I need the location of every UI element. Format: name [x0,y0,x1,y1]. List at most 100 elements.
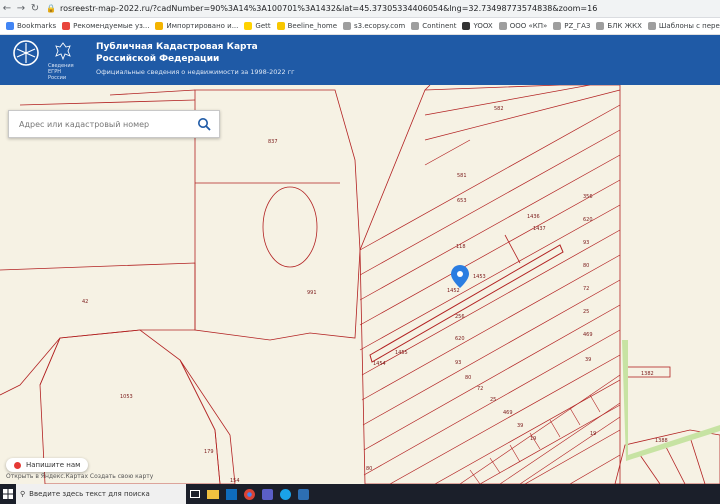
location-pin-icon[interactable] [451,265,469,288]
parcel-label: 19 [590,431,596,437]
parcel-label: 93 [455,360,461,366]
site-subtitle: Официальные сведения о недвижимости за 1… [96,68,295,76]
edge-icon[interactable] [276,484,294,504]
bookmark-item[interactable]: Continent [411,22,456,30]
bookmark-label: Bookmarks [17,22,57,30]
parcel-label: 19 [530,436,536,442]
bookmark-label: s3.ecopsy.com [354,22,406,30]
parcel-label: 620 [455,336,465,342]
bookmark-label: ООО «КП» [509,22,548,30]
windows-start-icon[interactable] [0,484,16,504]
bookmark-icon [498,22,507,30]
bookmark-item[interactable]: PZ_ГАЗ [553,22,590,30]
parcel-label: 179 [204,449,214,455]
search-icon[interactable] [197,117,211,131]
parcel-label: 93 [583,240,589,246]
back-icon[interactable]: ← [0,0,14,17]
bookmark-label: Импортировано и... [166,22,239,30]
bookmarks-bar: Bookmarks Рекомендуемые уз... Импортирован… [0,18,720,35]
outlook-icon[interactable] [222,484,240,504]
search-input[interactable] [17,118,191,130]
site-title-line2: Российской Федерации [96,54,220,64]
bookmark-icon [647,22,656,30]
bookmark-icon [343,22,352,30]
parcel-label: 620 [583,217,593,223]
parcel-label: 582 [494,106,504,112]
site-title: Публичная Кадастровая Карта [96,42,258,52]
bookmark-label: Continent [422,22,457,30]
site-logo-icon[interactable] [12,39,40,67]
chat-icon [14,461,21,469]
bookmark-label: Beeline_home [287,22,338,30]
bookmark-icon [155,22,164,30]
taskbar-search-placeholder: Введите здесь текст для поиска [29,490,150,498]
parcel-label: 1388 [655,438,668,444]
bookmark-label: Gett [255,22,271,30]
parcel-label: 991 [307,290,317,296]
parcel-label: 39 [517,423,523,429]
forward-icon[interactable]: → [14,0,28,17]
parcel-label: 1453 [473,274,486,280]
parcel-label: 256 [455,314,465,320]
parcel-label: 25 [490,397,496,403]
bookmark-item[interactable]: Gett [244,22,271,30]
bookmark-label: YOOX [473,22,493,30]
parcel-label: 1455 [395,350,408,356]
task-view-icon[interactable] [186,484,204,504]
parcel-label: 469 [503,410,513,416]
os-taskbar: ⚲ Введите здесь текст для поиска [0,484,720,504]
parcel-label: 1437 [533,226,546,232]
chat-button[interactable]: Напишите нам [6,458,89,472]
parcel-label: 42 [82,299,88,305]
chat-label: Напишите нам [26,461,81,469]
app-icon[interactable] [294,484,312,504]
bookmark-item[interactable]: Рекомендуемые уз... [62,22,149,30]
bookmark-item[interactable]: Beeline_home [276,22,338,30]
bookmark-icon [553,22,562,30]
site-header: Сведения ЕГРН России Публичная Кадастров… [0,35,720,85]
bookmark-icon [596,22,605,30]
bookmark-label: Шаблоны с перев... [658,22,720,30]
bookmark-icon [462,22,471,30]
bookmark-icon [6,22,14,30]
bookmark-icon [411,22,420,30]
parcel-label: 39 [585,357,591,363]
parcel-label: 80 [366,466,372,472]
bookmark-item[interactable]: Шаблоны с перев... [647,22,720,30]
bookmark-label: БЛК ЖКХ [607,22,642,30]
chrome-icon[interactable] [240,484,258,504]
parcel-label: 1382 [641,371,654,377]
bookmark-icon [244,22,253,30]
bookmark-item[interactable]: Bookmarks [6,22,56,30]
parcel-label: 653 [457,198,467,204]
parcel-label: 80 [465,375,471,381]
bookmark-label: PZ_ГАЗ [564,22,591,30]
bookmark-label: Рекомендуемые уз... [73,22,150,30]
bookmark-item[interactable]: Импортировано и... [155,22,238,30]
emblem-icon [55,42,71,61]
address-bar[interactable]: rosreestr-map-2022.ru/?cadNumber=90%3A14… [60,4,597,13]
bookmark-item[interactable]: YOOX [462,22,493,30]
parcel-label: 356 [583,194,593,200]
search-icon: ⚲ [20,490,26,498]
map-footer-links[interactable]: Открыть в Яндекс.Картах Создать свою кар… [6,473,153,480]
parcel-label: 469 [583,332,593,338]
parcel-label: 1436 [527,214,540,220]
parcel-label: 80 [583,263,589,269]
search-box [8,110,220,138]
cadastral-map[interactable]: 837 991 42 1053 179 154 582 581 653 118 … [0,85,720,484]
parcel-label: 1454 [373,361,386,367]
bookmark-item[interactable]: ООО «КП» [498,22,548,30]
parcel-label: 1452 [447,288,460,294]
file-explorer-icon[interactable] [204,484,222,504]
bookmark-icon [62,22,71,30]
parcel-label: 837 [268,139,278,145]
bookmark-item[interactable]: s3.ecopsy.com [343,22,405,30]
parcel-label: 118 [456,244,466,250]
logo-caption: Сведения ЕГРН России [48,63,74,81]
reload-icon[interactable]: ↻ [28,0,42,17]
bookmark-item[interactable]: БЛК ЖКХ [596,22,642,30]
taskbar-search[interactable]: ⚲ Введите здесь текст для поиска [16,484,186,504]
parcel-label: 1053 [120,394,133,400]
teams-icon[interactable] [258,484,276,504]
